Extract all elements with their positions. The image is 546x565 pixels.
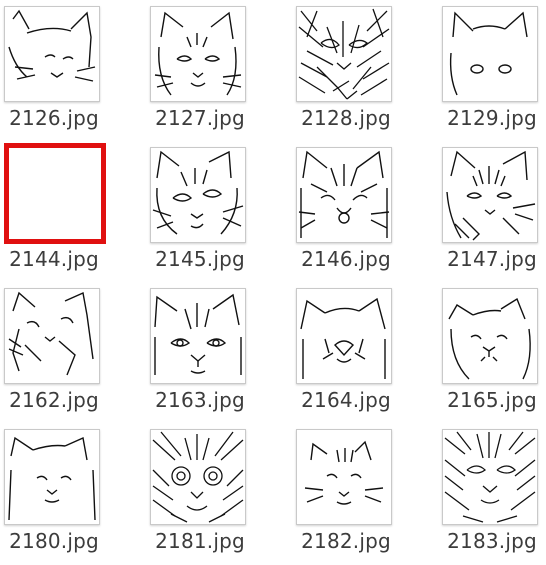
cat-sketch-thumbnail[interactable] (296, 429, 392, 525)
file-name-label: 2164.jpg (301, 388, 391, 412)
file-name-label: 2180.jpg (9, 529, 99, 553)
blank-thumbnail[interactable] (4, 143, 106, 244)
cat-sketch-thumbnail[interactable] (442, 147, 538, 243)
file-item[interactable]: 2144.jpg (0, 141, 146, 281)
file-name-label: 2147.jpg (447, 247, 537, 271)
file-item[interactable]: 2164.jpg (292, 282, 438, 422)
file-item[interactable]: 2146.jpg (292, 141, 438, 281)
file-item[interactable]: 2182.jpg (292, 423, 438, 563)
file-item[interactable]: 2165.jpg (438, 282, 546, 422)
file-icon-grid: 2126.jpg 2127.jpg 2128.jpg 2129.jpg 2144… (0, 0, 546, 565)
file-name-label: 2129.jpg (447, 106, 537, 130)
cat-sketch-thumbnail[interactable] (296, 6, 392, 102)
file-item[interactable]: 2180.jpg (0, 423, 146, 563)
file-name-label: 2128.jpg (301, 106, 391, 130)
file-name-label: 2145.jpg (155, 247, 245, 271)
cat-sketch-thumbnail[interactable] (442, 6, 538, 102)
file-item[interactable]: 2129.jpg (438, 0, 546, 140)
file-name-label: 2146.jpg (301, 247, 391, 271)
file-item[interactable]: 2183.jpg (438, 423, 546, 563)
file-name-label: 2163.jpg (155, 388, 245, 412)
cat-sketch-thumbnail[interactable] (150, 147, 246, 243)
cat-sketch-thumbnail[interactable] (442, 429, 538, 525)
cat-sketch-thumbnail[interactable] (4, 429, 100, 525)
cat-sketch-thumbnail[interactable] (442, 288, 538, 384)
file-name-label: 2183.jpg (447, 529, 537, 553)
file-item[interactable]: 2127.jpg (146, 0, 292, 140)
cat-sketch-thumbnail[interactable] (150, 288, 246, 384)
file-item[interactable]: 2126.jpg (0, 0, 146, 140)
file-name-label: 2127.jpg (155, 106, 245, 130)
file-name-label: 2165.jpg (447, 388, 537, 412)
cat-sketch-thumbnail[interactable] (4, 288, 100, 384)
file-name-label: 2126.jpg (9, 106, 99, 130)
cat-sketch-thumbnail[interactable] (4, 6, 100, 102)
file-name-label: 2181.jpg (155, 529, 245, 553)
file-name-label: 2144.jpg (9, 247, 99, 271)
file-item[interactable]: 2147.jpg (438, 141, 546, 281)
cat-sketch-thumbnail[interactable] (296, 288, 392, 384)
file-item[interactable]: 2128.jpg (292, 0, 438, 140)
cat-sketch-thumbnail[interactable] (150, 6, 246, 102)
file-item[interactable]: 2163.jpg (146, 282, 292, 422)
cat-sketch-thumbnail[interactable] (296, 147, 392, 243)
file-item[interactable]: 2145.jpg (146, 141, 292, 281)
cat-sketch-thumbnail[interactable] (150, 429, 246, 525)
file-name-label: 2182.jpg (301, 529, 391, 553)
file-item[interactable]: 2181.jpg (146, 423, 292, 563)
file-name-label: 2162.jpg (9, 388, 99, 412)
file-item[interactable]: 2162.jpg (0, 282, 146, 422)
